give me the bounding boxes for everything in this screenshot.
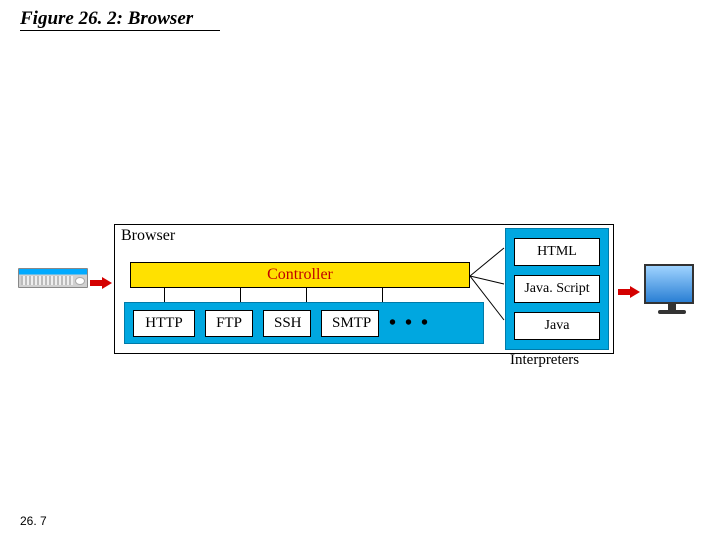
interpreter-box-html: HTML: [514, 238, 600, 266]
connector-line: [306, 288, 307, 302]
interpreters-label: Interpreters: [510, 352, 579, 369]
arrow-input-icon: [90, 277, 112, 289]
page-number: 26. 7: [20, 514, 47, 528]
connector-line: [240, 288, 241, 302]
protocols-row: HTTP FTP SSH SMTP • • •: [124, 302, 484, 344]
figure-title: Figure 26. 2: Browser: [20, 8, 193, 30]
connector-line: [382, 288, 383, 302]
figure-name: Browser: [128, 8, 193, 29]
interpreters-container: HTML Java. Script Java: [505, 228, 609, 350]
protocol-box-http: HTTP: [133, 310, 195, 337]
protocol-box-ftp: FTP: [205, 310, 253, 337]
ellipsis-icon: • • •: [389, 312, 430, 335]
protocol-box-smtp: SMTP: [321, 310, 379, 337]
keyboard-icon: [18, 268, 88, 296]
monitor-icon: [644, 264, 700, 320]
browser-label: Browser: [121, 227, 175, 245]
connector-line: [164, 288, 165, 302]
figure-number: Figure 26. 2:: [20, 8, 123, 29]
arrow-output-icon: [618, 286, 640, 298]
protocol-box-ssh: SSH: [263, 310, 311, 337]
interpreter-box-java: Java: [514, 312, 600, 340]
interpreter-box-javascript: Java. Script: [514, 275, 600, 303]
controller-box: Controller: [130, 262, 470, 288]
title-underline: [20, 30, 220, 31]
